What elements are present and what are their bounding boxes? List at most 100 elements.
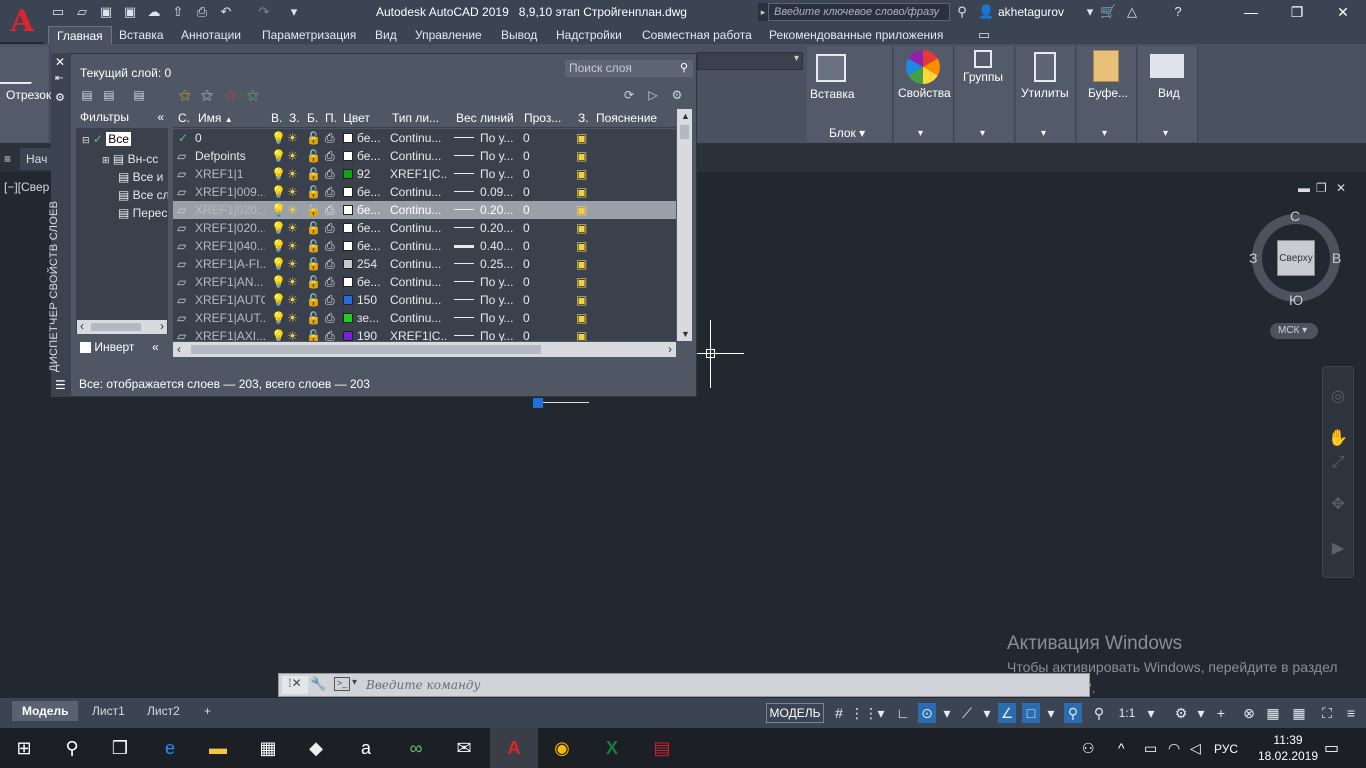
lightbulb-on-icon[interactable]: 💡	[271, 185, 286, 199]
unlocked-icon[interactable]: 🔓	[306, 275, 321, 289]
transparency[interactable]: 0	[523, 239, 530, 253]
sun-thawed-icon[interactable]: ☀	[287, 293, 298, 307]
lineweight[interactable]: По у...	[480, 131, 518, 145]
layer-name[interactable]: XREF1|A-FI...	[195, 257, 265, 271]
delete-layer-icon[interactable]: ⚝	[222, 87, 240, 103]
task-view-icon[interactable]: ❒	[96, 728, 144, 768]
filters-horizontal-scrollbar[interactable]: ‹ ›	[77, 319, 167, 334]
color-name[interactable]: бе...	[357, 221, 393, 235]
help-icon[interactable]: ?	[1170, 4, 1186, 20]
printer-icon[interactable]: ⎙	[325, 275, 335, 290]
command-history-icon[interactable]: >_	[334, 677, 350, 691]
open-file-icon[interactable]: ▱	[74, 4, 90, 20]
layer-row[interactable]: ▱ XREF1|AN... 💡 ☀ 🔓 ⎙ бе... Continu... По у... 0 ▣	[173, 273, 676, 291]
lineweight[interactable]: По у...	[480, 275, 518, 289]
showmotion-icon[interactable]: ▶	[1328, 538, 1348, 558]
vp-freeze-icon[interactable]: ▣	[576, 221, 587, 235]
osnap-dropdown-icon[interactable]: ▾	[1042, 703, 1060, 723]
printer-icon[interactable]: ⎙	[325, 131, 335, 146]
compass-north[interactable]: С	[1290, 208, 1300, 224]
palette-properties-icon[interactable]: ⚙	[55, 91, 65, 104]
clean-screen-icon[interactable]: ▦	[1290, 703, 1308, 723]
view-icon[interactable]	[1150, 54, 1184, 78]
layer-name[interactable]: XREF1|AUT...	[195, 311, 265, 325]
layer-row[interactable]: ▱ XREF1|020... 💡 ☀ 🔓 ⎙ бе... Continu... 0.20... 0…	[173, 201, 676, 219]
customize-statusbar-icon[interactable]: ≡	[1342, 703, 1360, 723]
compass-east[interactable]: В	[1332, 250, 1341, 266]
notifications-icon[interactable]: ▭	[1324, 738, 1339, 758]
new-layer-icon[interactable]: ⚝	[176, 87, 194, 103]
object-snap-tracking-icon[interactable]: ∠	[998, 703, 1016, 723]
lineweight[interactable]: По у...	[480, 329, 518, 341]
excel-icon[interactable]: X	[588, 728, 636, 768]
tab-view[interactable]: Вид	[367, 26, 405, 44]
help-search-input[interactable]: Введите ключевое слово/фразу	[768, 3, 950, 21]
block-panel-title[interactable]: Блок ▾	[829, 126, 865, 140]
new-group-filter-icon[interactable]: ▤	[100, 87, 118, 103]
tab-addins[interactable]: Надстройки	[548, 26, 630, 44]
set-current-icon[interactable]: ⚝	[244, 87, 262, 103]
color-name[interactable]: бе...	[357, 185, 393, 199]
lineweight[interactable]: 0.20...	[480, 203, 518, 217]
redo-icon[interactable]: ↷	[256, 4, 272, 20]
lineweight[interactable]: 0.09...	[480, 185, 518, 199]
edge-icon[interactable]: e	[146, 728, 194, 768]
model-space-button[interactable]: МОДЕЛЬ	[766, 703, 824, 723]
color-swatch[interactable]	[343, 313, 353, 323]
sun-thawed-icon[interactable]: ☀	[287, 185, 298, 199]
taskbar-clock[interactable]: 11:39 18.02.2019	[1256, 732, 1320, 764]
layer-states-manager-icon[interactable]: ▤	[130, 87, 148, 103]
taskbar-search-icon[interactable]: ⚲	[48, 728, 96, 768]
paste-icon[interactable]	[1093, 50, 1119, 82]
sun-thawed-icon[interactable]: ☀	[287, 257, 298, 271]
collapse-filter-pane-icon[interactable]: «	[152, 340, 159, 354]
orbit-icon[interactable]: ✥	[1328, 494, 1348, 514]
unlocked-icon[interactable]: 🔓	[306, 293, 321, 307]
properties-label[interactable]: Свойства	[898, 86, 951, 100]
transparency[interactable]: 0	[523, 149, 530, 163]
layer-row[interactable]: ▱ XREF1|020... 💡 ☀ 🔓 ⎙ бе... Continu... 0.20... 0…	[173, 219, 676, 237]
polar-dropdown-icon[interactable]: ▾	[938, 703, 956, 723]
unlocked-icon[interactable]: 🔓	[306, 311, 321, 325]
viewport-controls-label[interactable]: [−][Свер	[4, 180, 49, 194]
unlocked-icon[interactable]: 🔓	[306, 149, 321, 163]
transparency[interactable]: 0	[523, 293, 530, 307]
color-swatch[interactable]	[343, 187, 353, 197]
color-name[interactable]: 92	[357, 167, 393, 181]
linetype[interactable]: XREF1|C...	[390, 329, 448, 341]
filters-tree[interactable]: ⊟ ✓ Все ⊞ ▤ Вн-сс ▤ Все и ▤ Все сл ▤ Пер…	[76, 128, 168, 334]
fullscreen-icon[interactable]: ⛶	[1318, 703, 1336, 723]
color-name[interactable]: бе...	[357, 149, 393, 163]
tab-manage[interactable]: Управление	[407, 26, 490, 44]
invert-filter-checkbox[interactable]: Инверт	[80, 340, 134, 354]
color-name[interactable]: зе...	[357, 311, 393, 325]
layer-dropdown[interactable]: ▾	[697, 52, 803, 70]
store-icon[interactable]: ▦	[244, 728, 292, 768]
lightbulb-on-icon[interactable]: 💡	[271, 275, 286, 289]
lightbulb-on-icon[interactable]: 💡	[271, 149, 286, 163]
col-new-vp-freeze[interactable]: З.	[578, 111, 592, 125]
printer-icon[interactable]: ⎙	[325, 221, 335, 236]
layer-grid[interactable]: ✓ 0 💡 ☀ 🔓 ⎙ бе... Continu... По у... 0 ▣ ▱ Defpoints…	[173, 129, 676, 341]
linetype[interactable]: Continu...	[390, 221, 448, 235]
layer-grid-horizontal-scrollbar[interactable]: ‹ ›	[173, 342, 676, 357]
color-swatch[interactable]	[343, 169, 353, 179]
lineweight[interactable]: По у...	[480, 293, 518, 307]
doc-tabs-menu-icon[interactable]: ≡	[4, 152, 11, 166]
volume-icon[interactable]: ◁	[1190, 740, 1201, 757]
layer-row[interactable]: ▱ Defpoints 💡 ☀ 🔓 ⎙ бе... Continu... По у... 0 ▣	[173, 147, 676, 165]
tab-home[interactable]: Главная	[48, 26, 112, 44]
tab-insert[interactable]: Вставка	[111, 26, 172, 44]
printer-icon[interactable]: ⎙	[325, 203, 335, 218]
sun-thawed-icon[interactable]: ☀	[287, 311, 298, 325]
undo-icon[interactable]: ↶	[218, 4, 234, 20]
taskbar-autocad-icon[interactable]: A	[490, 728, 538, 768]
color-name[interactable]: бе...	[357, 275, 393, 289]
unlocked-icon[interactable]: 🔓	[306, 221, 321, 235]
polar-icon[interactable]: ⊙	[918, 703, 936, 723]
printer-icon[interactable]: ⎙	[325, 149, 335, 164]
ortho-icon[interactable]: ∟	[894, 703, 912, 723]
lineweight[interactable]: 0.25...	[480, 257, 518, 271]
color-name[interactable]: бе...	[357, 239, 393, 253]
linetype[interactable]: Continu...	[390, 311, 448, 325]
